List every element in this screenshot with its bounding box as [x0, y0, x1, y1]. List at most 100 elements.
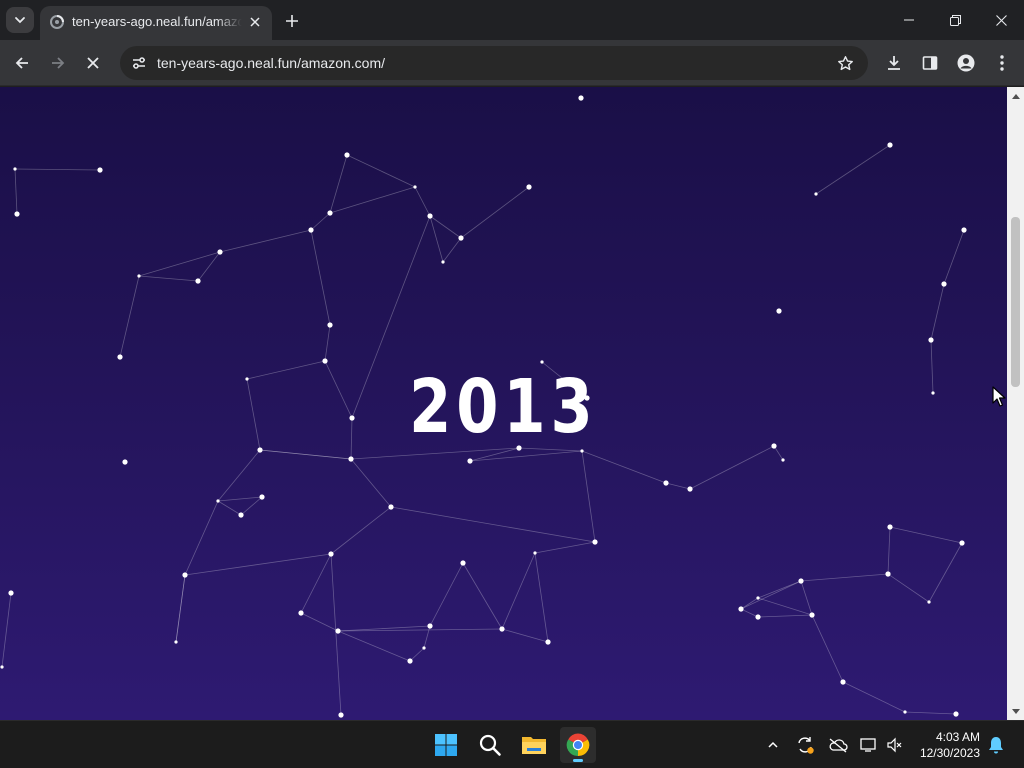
star-dot: [526, 184, 532, 190]
constellation-line: [184, 500, 219, 576]
file-explorer-button[interactable]: [516, 727, 552, 763]
browser-tab[interactable]: ten-years-ago.neal.fun/amazon.com/: [40, 6, 272, 40]
constellation-line: [581, 450, 596, 543]
start-button[interactable]: [428, 727, 464, 763]
chrome-icon: [566, 733, 590, 757]
constellation-line: [469, 450, 583, 462]
star-dot: [327, 210, 333, 216]
constellation-line: [887, 573, 930, 603]
side-panel-icon: [922, 56, 938, 70]
volume-tray-button[interactable]: [884, 734, 906, 756]
clock-time: 4:03 AM: [935, 730, 980, 744]
constellation-line: [442, 237, 462, 263]
browser-menu-button[interactable]: [988, 49, 1016, 77]
taskbar-search-button[interactable]: [472, 727, 508, 763]
star-dot: [928, 337, 934, 343]
sync-tray-button[interactable]: [794, 734, 816, 756]
chevron-up-icon: [768, 741, 778, 748]
constellation-line: [337, 630, 411, 662]
star-dot: [460, 560, 466, 566]
arrow-left-icon: [15, 57, 28, 69]
download-icon: [888, 56, 900, 70]
star-dot: [0, 665, 4, 669]
back-button[interactable]: [8, 49, 36, 77]
constellation-line: [300, 553, 332, 614]
system-clock[interactable]: 4:03 AM 12/30/2023: [912, 729, 980, 761]
star-dot: [776, 308, 782, 314]
tab-title: ten-years-ago.neal.fun/amazon.com/: [72, 14, 242, 29]
constellation-line: [665, 482, 691, 490]
star-dot: [259, 494, 265, 500]
constellation-line: [324, 324, 331, 362]
chrome-taskbar-button[interactable]: [560, 727, 596, 763]
arrow-right-icon: [52, 57, 65, 69]
constellation-line: [138, 275, 199, 282]
star-dot: [308, 227, 314, 233]
kebab-menu-icon: [1000, 55, 1004, 71]
star-dot: [182, 572, 188, 578]
constellation-line: [346, 154, 416, 188]
close-icon: [250, 17, 260, 27]
side-panel-button[interactable]: [916, 49, 944, 77]
constellation-line: [462, 562, 503, 630]
onedrive-tray-button[interactable]: [827, 734, 849, 756]
scroll-thumb[interactable]: [1011, 217, 1020, 387]
constellation-line: [1, 592, 12, 668]
notifications-button[interactable]: [985, 734, 1007, 756]
page-scrollbar[interactable]: [1007, 87, 1024, 720]
star-icon: [837, 55, 853, 70]
star-dot: [338, 712, 344, 718]
downloads-button[interactable]: [880, 49, 908, 77]
constellation-line: [689, 445, 775, 490]
star-dot: [137, 274, 141, 278]
star-dot: [959, 540, 965, 546]
star-dot: [756, 596, 760, 600]
constellation-line: [330, 506, 392, 555]
bookmark-button[interactable]: [832, 50, 858, 76]
constellation-line: [310, 229, 331, 326]
restore-button[interactable]: [932, 0, 978, 40]
year-heading: 2013: [409, 364, 598, 450]
profile-button[interactable]: [952, 49, 980, 77]
url-text[interactable]: ten-years-ago.neal.fun/amazon.com/: [157, 55, 385, 71]
star-dot: [174, 640, 178, 644]
star-dot: [814, 192, 818, 196]
close-window-button[interactable]: [978, 0, 1024, 40]
bell-icon: [989, 737, 1003, 754]
profile-icon: [957, 54, 975, 72]
forward-button[interactable]: [44, 49, 72, 77]
constellation-line: [889, 526, 963, 544]
constellation-line: [14, 168, 101, 171]
constellation-line: [197, 251, 221, 282]
constellation-line: [904, 711, 957, 715]
volume-muted-icon: [887, 737, 902, 753]
triangle-down-icon: [1011, 708, 1020, 714]
new-tab-button[interactable]: [280, 9, 304, 33]
star-dot: [840, 679, 846, 685]
address-bar[interactable]: ten-years-ago.neal.fun/amazon.com/: [120, 46, 868, 80]
scroll-down-button[interactable]: [1007, 703, 1024, 720]
constellation-line: [429, 215, 444, 263]
page-viewport[interactable]: 2013: [0, 87, 1007, 720]
tab-close-button[interactable]: [246, 13, 264, 31]
minimize-button[interactable]: [886, 0, 932, 40]
constellation-line: [887, 526, 891, 575]
constellation-line: [581, 450, 667, 484]
star-dot: [13, 167, 17, 171]
file-explorer-icon: [522, 737, 546, 754]
loading-spinner-icon: [50, 15, 64, 29]
stop-loading-button[interactable]: [79, 49, 107, 77]
star-dot: [953, 711, 959, 717]
constellation-line: [423, 625, 431, 649]
constellation-line: [219, 229, 312, 253]
site-info-button[interactable]: [126, 50, 152, 76]
tab-search-button[interactable]: [6, 7, 34, 33]
star-dot: [335, 628, 341, 634]
star-dot: [348, 456, 354, 462]
show-hidden-icons-button[interactable]: [762, 734, 784, 756]
display-tray-button[interactable]: [858, 734, 880, 756]
scroll-up-button[interactable]: [1007, 87, 1024, 104]
star-dot: [663, 480, 669, 486]
onedrive-icon: [829, 738, 848, 753]
star-dot: [216, 499, 220, 503]
